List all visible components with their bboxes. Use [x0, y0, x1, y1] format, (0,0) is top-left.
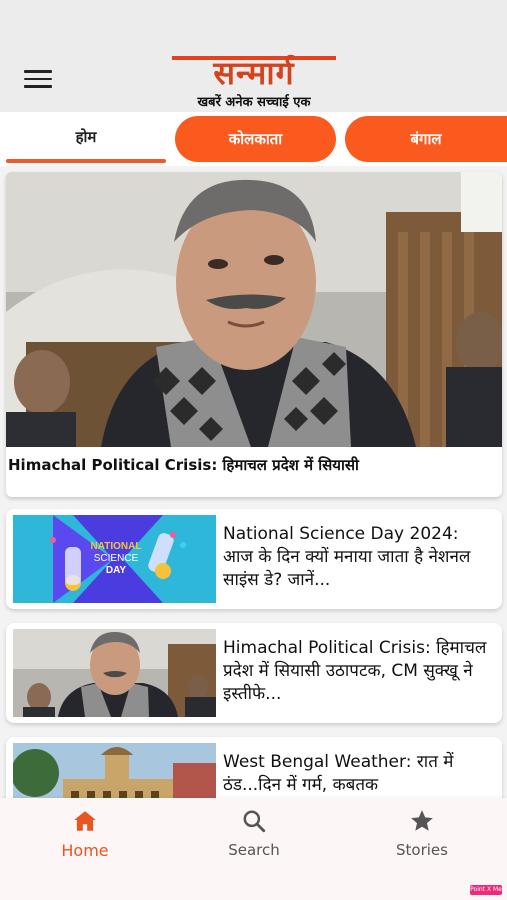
home-icon	[74, 811, 96, 831]
list-item-article[interactable]: NATIONAL SCIENCE DAY National Science Da…	[6, 509, 502, 609]
article-title[interactable]: National Science Day 2024: आज के दिन क्य…	[223, 523, 493, 595]
star-icon	[411, 810, 433, 831]
search-icon	[243, 810, 266, 833]
nav-search-button[interactable]: Search	[194, 808, 314, 868]
nav-stories-button[interactable]: Stories	[362, 808, 482, 868]
category-tabs: होम कोलकाता बंगाल	[0, 112, 507, 166]
article-thumbnail	[13, 629, 216, 717]
thumbnail-text: NATIONAL	[91, 541, 142, 552]
article-title[interactable]: West Bengal Weather: रात में ठंड...दिन म…	[223, 751, 493, 798]
list-item-article[interactable]: West Bengal Weather: रात में ठंड...दिन म…	[6, 737, 502, 798]
nav-home-button[interactable]: Home	[25, 808, 145, 868]
nav-home-label: Home	[61, 841, 109, 860]
logo-text: सन्मार्ग	[213, 54, 295, 92]
logo-tagline: खबरें अनेक सच्चाई एक	[197, 95, 311, 110]
watermark-badge: Point X Me	[470, 885, 502, 895]
news-feed[interactable]: Himachal Political Crisis: हिमाचल प्रदेश…	[0, 166, 507, 798]
tab-home[interactable]: होम	[6, 112, 166, 164]
svg-text:DAY: DAY	[106, 565, 127, 576]
active-tab-indicator	[6, 159, 166, 163]
list-item-article[interactable]: Himachal Political Crisis: हिमाचल प्रदेश…	[6, 623, 502, 723]
app-header: सन्मार्ग खबरें अनेक सच्चाई एक	[0, 0, 507, 112]
article-thumbnail	[13, 743, 216, 798]
svg-text:SCIENCE: SCIENCE	[94, 553, 139, 564]
hero-article-card[interactable]: Himachal Political Crisis: हिमाचल प्रदेश…	[6, 172, 502, 497]
article-title[interactable]: Himachal Political Crisis: हिमाचल प्रदेश…	[223, 637, 493, 709]
hamburger-menu-icon[interactable]	[24, 70, 52, 92]
article-thumbnail: NATIONAL SCIENCE DAY	[13, 515, 216, 603]
app-screen: सन्मार्ग खबरें अनेक सच्चाई एक होम कोलकात…	[0, 0, 507, 900]
tab-kolkata[interactable]: कोलकाता	[175, 116, 336, 162]
bottom-navigation: Home Search Stories	[0, 798, 507, 900]
nav-stories-label: Stories	[396, 841, 448, 859]
tab-bengal[interactable]: बंगाल	[345, 116, 507, 162]
brand-logo: सन्मार्ग खबरें अनेक सच्चाई एक	[172, 50, 336, 112]
nav-search-label: Search	[228, 841, 280, 859]
hero-article-image	[6, 172, 502, 447]
hero-article-title[interactable]: Himachal Political Crisis: हिमाचल प्रदेश…	[8, 455, 498, 475]
